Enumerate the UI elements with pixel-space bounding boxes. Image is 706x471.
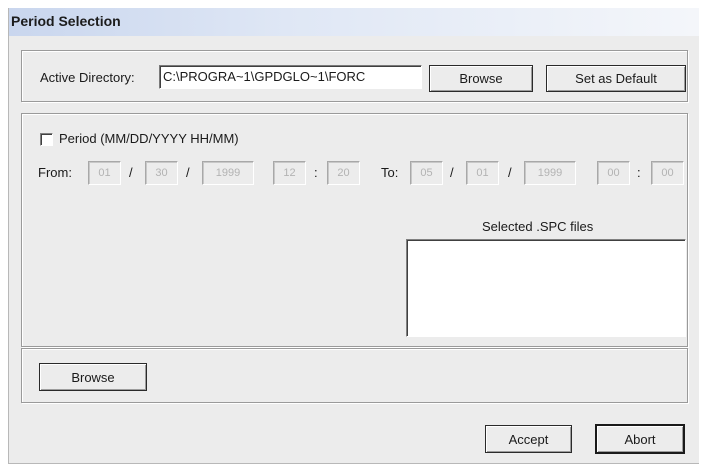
window-title: Period Selection: [11, 13, 121, 29]
to-label: To:: [381, 165, 399, 180]
files-browse-button[interactable]: Browse: [39, 363, 147, 391]
from-date-separator-2: /: [186, 165, 190, 180]
accept-button[interactable]: Accept: [485, 425, 572, 453]
from-month-field[interactable]: 01: [88, 161, 121, 185]
from-date-separator-1: /: [129, 165, 133, 180]
to-hour-field[interactable]: 00: [597, 161, 630, 185]
selected-files-list[interactable]: [406, 239, 686, 337]
to-date-separator-2: /: [508, 165, 512, 180]
from-label: From:: [38, 165, 72, 180]
abort-button[interactable]: Abort: [595, 424, 685, 454]
to-minute-field[interactable]: 00: [651, 161, 684, 185]
title-bar: Period Selection: [9, 8, 699, 36]
from-hour-field[interactable]: 12: [273, 161, 306, 185]
from-minute-field[interactable]: 20: [327, 161, 360, 185]
directory-browse-button[interactable]: Browse: [429, 65, 533, 92]
period-checkbox[interactable]: [40, 133, 53, 146]
to-time-separator: :: [637, 165, 641, 180]
from-year-field[interactable]: 1999: [202, 161, 254, 185]
from-time-separator: :: [314, 165, 318, 180]
set-as-default-button[interactable]: Set as Default: [546, 65, 686, 92]
from-day-field[interactable]: 30: [145, 161, 178, 185]
to-day-field[interactable]: 01: [466, 161, 499, 185]
selected-files-label: Selected .SPC files: [482, 219, 594, 234]
to-year-field[interactable]: 1999: [524, 161, 576, 185]
active-directory-field[interactable]: C:\PROGRA~1\GPDGLO~1\FORC: [159, 65, 422, 89]
active-directory-label: Active Directory:: [40, 70, 135, 85]
to-date-separator-1: /: [450, 165, 454, 180]
to-month-field[interactable]: 05: [410, 161, 443, 185]
period-checkbox-label[interactable]: Period (MM/DD/YYYY HH/MM): [59, 131, 239, 146]
period-selection-dialog: Period Selection Active Directory: C:\PR…: [8, 8, 699, 464]
